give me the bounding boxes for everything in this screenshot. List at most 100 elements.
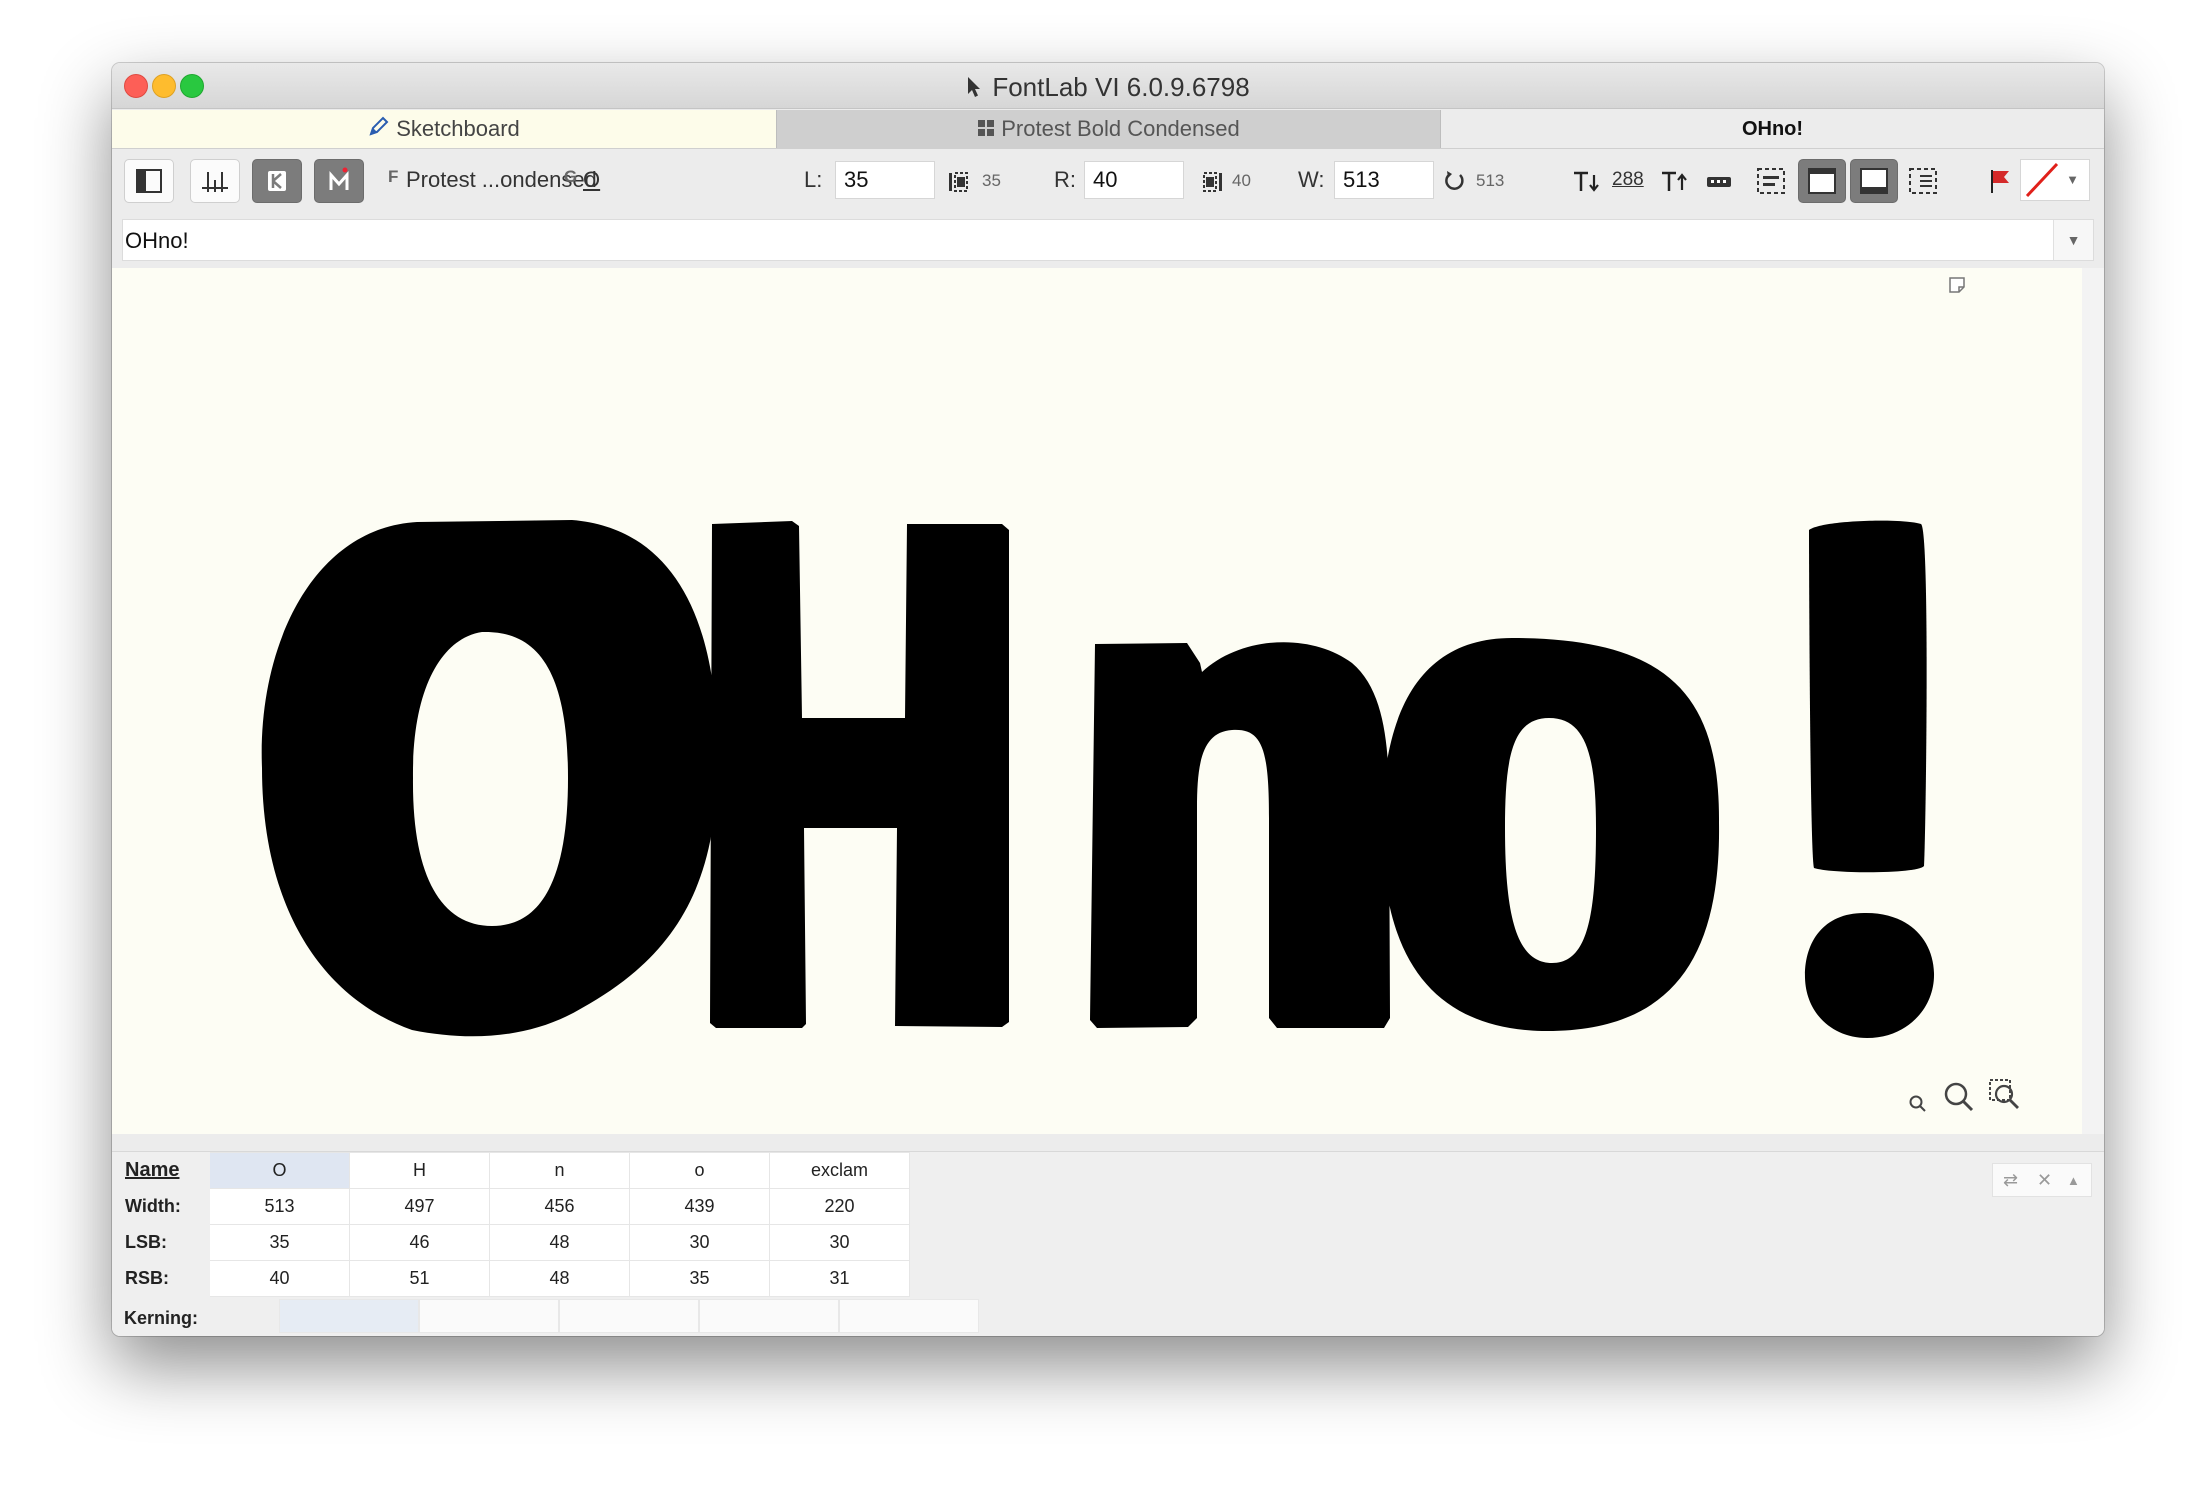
glyph-O <box>261 520 718 1037</box>
glyph-cell-o[interactable]: o <box>629 1152 770 1189</box>
vertical-scrollbar[interactable] <box>2082 268 2104 1134</box>
list-view-icon[interactable] <box>1908 167 1938 200</box>
pencil-icon <box>368 111 390 149</box>
decrease-size-icon[interactable] <box>1572 169 1600 200</box>
metrics-m-icon <box>329 167 349 190</box>
panel-controls: ⇄ ✕ ▲ <box>1992 1163 2092 1197</box>
toolbar: F Protest ...ondensed G O L: 35 R: 40 W:… <box>112 149 2104 209</box>
rsb-cell[interactable]: 40 <box>209 1260 350 1297</box>
width-cell[interactable]: 439 <box>629 1188 770 1225</box>
glyph-cell-exclam[interactable]: exclam <box>769 1152 910 1189</box>
glyph-prefix: G <box>564 167 578 186</box>
view-mode-1-button[interactable] <box>1798 159 1846 203</box>
title-bar: FontLab VI 6.0.9.6798 <box>112 63 2104 109</box>
mark-color-dropdown[interactable]: ▼ <box>2020 159 2090 201</box>
glyph-cell-H[interactable]: H <box>349 1152 490 1189</box>
glyph-exclam-bar <box>1809 520 1927 873</box>
rsb-cell[interactable]: 35 <box>629 1260 770 1297</box>
glyph-H <box>710 521 1009 1028</box>
glyph-canvas[interactable] <box>112 268 2082 1158</box>
kerning-cell[interactable] <box>419 1299 559 1333</box>
tab-sketchboard[interactable]: Sketchboard <box>112 110 776 148</box>
width-readout: 513 <box>1476 171 1505 190</box>
width-cell[interactable]: 497 <box>349 1188 490 1225</box>
frame-icon <box>1808 168 1836 194</box>
name-row-label[interactable]: Name <box>112 1152 210 1189</box>
font-prefix: F <box>388 167 399 186</box>
width-cell[interactable]: 220 <box>769 1188 910 1225</box>
rsb-readout: 40 <box>1232 171 1251 190</box>
text-input-value[interactable]: OHno! <box>125 228 189 254</box>
width-input[interactable] <box>1334 161 1434 199</box>
align-icon[interactable] <box>1756 167 1786 200</box>
sidebar-icon <box>136 169 162 193</box>
table-row: Width: 513 497 456 439 220 <box>112 1188 910 1225</box>
chevron-down-icon: ▼ <box>2066 232 2081 248</box>
glyph-preview <box>261 520 1935 1038</box>
lsb-readout: 35 <box>982 171 1001 190</box>
rsb-link-icon[interactable] <box>1197 171 1223 198</box>
glyph-name[interactable]: O <box>583 167 600 193</box>
table-row: RSB: 40 51 48 35 31 <box>112 1260 910 1297</box>
kerning-cell[interactable] <box>559 1299 699 1333</box>
text-input-bar[interactable]: OHno! ▼ <box>122 219 2094 261</box>
glyph-n <box>1090 642 1390 1028</box>
rsb-row-label: RSB: <box>112 1260 210 1297</box>
width-label: W: <box>1298 167 1325 192</box>
glyph-exclam-dot <box>1804 912 1935 1038</box>
sidebar-toggle-button[interactable] <box>124 159 174 203</box>
lsb-row-label: LSB: <box>112 1224 210 1261</box>
frame-bottom-icon <box>1860 168 1888 194</box>
glyph-o <box>1382 638 1720 1032</box>
lsb-label: L: <box>804 167 823 192</box>
tab-font-window[interactable]: Protest Bold Condensed <box>776 110 1441 148</box>
window-title: FontLab VI 6.0.9.6798 <box>112 72 2104 105</box>
view-mode-2-button[interactable] <box>1850 159 1898 203</box>
no-color-icon <box>2025 162 2059 198</box>
tab-glyph-window[interactable]: OHno! <box>1441 110 2104 148</box>
kerning-mode-button[interactable] <box>252 159 302 203</box>
kerning-cell[interactable] <box>839 1299 979 1333</box>
keyboard-icon[interactable] <box>1706 173 1732 196</box>
rsb-label: R: <box>1054 167 1076 192</box>
size-value[interactable]: 288 <box>1612 169 1644 191</box>
width-row-label: Width: <box>112 1188 210 1225</box>
kerning-cell[interactable] <box>699 1299 839 1333</box>
glyph-cell-O[interactable]: O <box>209 1152 350 1189</box>
kerning-row: Kerning: <box>112 1298 2104 1336</box>
table-row: Name O H n o exclam <box>112 1152 910 1189</box>
lsb-cell[interactable]: 30 <box>629 1224 770 1261</box>
glyph-cell-n[interactable]: n <box>489 1152 630 1189</box>
rsb-cell[interactable]: 51 <box>349 1260 490 1297</box>
app-window: FontLab VI 6.0.9.6798 Sketchboard Protes… <box>112 63 2104 1336</box>
lsb-cell[interactable]: 35 <box>209 1224 350 1261</box>
rsb-cell[interactable]: 48 <box>489 1260 630 1297</box>
close-panel-icon[interactable]: ✕ <box>2037 1170 2052 1191</box>
grid-icon <box>977 111 995 149</box>
lsb-cell[interactable]: 46 <box>349 1224 490 1261</box>
pointer-icon <box>966 74 982 105</box>
rsb-input[interactable] <box>1084 161 1184 199</box>
metrics-table: Name O H n o exclam Width: 513 497 456 4… <box>112 1152 910 1297</box>
width-cell[interactable]: 456 <box>489 1188 630 1225</box>
metrics-mode-button[interactable] <box>190 159 240 203</box>
lsb-cell[interactable]: 30 <box>769 1224 910 1261</box>
metrics-edit-button[interactable] <box>314 159 364 203</box>
chevron-up-icon[interactable]: ▲ <box>2067 1173 2080 1188</box>
baseline-icon <box>202 172 228 192</box>
lsb-cell[interactable]: 48 <box>489 1224 630 1261</box>
kerning-row-label: Kerning: <box>124 1308 198 1328</box>
chevron-down-icon: ▼ <box>2066 172 2079 187</box>
width-cell[interactable]: 513 <box>209 1188 350 1225</box>
lsb-link-icon[interactable] <box>948 171 974 198</box>
rsb-cell[interactable]: 31 <box>769 1260 910 1297</box>
lsb-input[interactable] <box>835 161 935 199</box>
table-row: LSB: 35 46 48 30 30 <box>112 1224 910 1261</box>
text-dropdown-button[interactable]: ▼ <box>2053 220 2093 260</box>
kerning-cell[interactable] <box>279 1299 419 1333</box>
refresh-icon[interactable] <box>1442 169 1466 198</box>
flag-icon[interactable] <box>1988 167 2012 200</box>
wrap-icon[interactable]: ⇄ <box>2003 1170 2018 1191</box>
glyph-outlines <box>261 520 1935 1038</box>
increase-size-icon[interactable] <box>1660 169 1688 200</box>
